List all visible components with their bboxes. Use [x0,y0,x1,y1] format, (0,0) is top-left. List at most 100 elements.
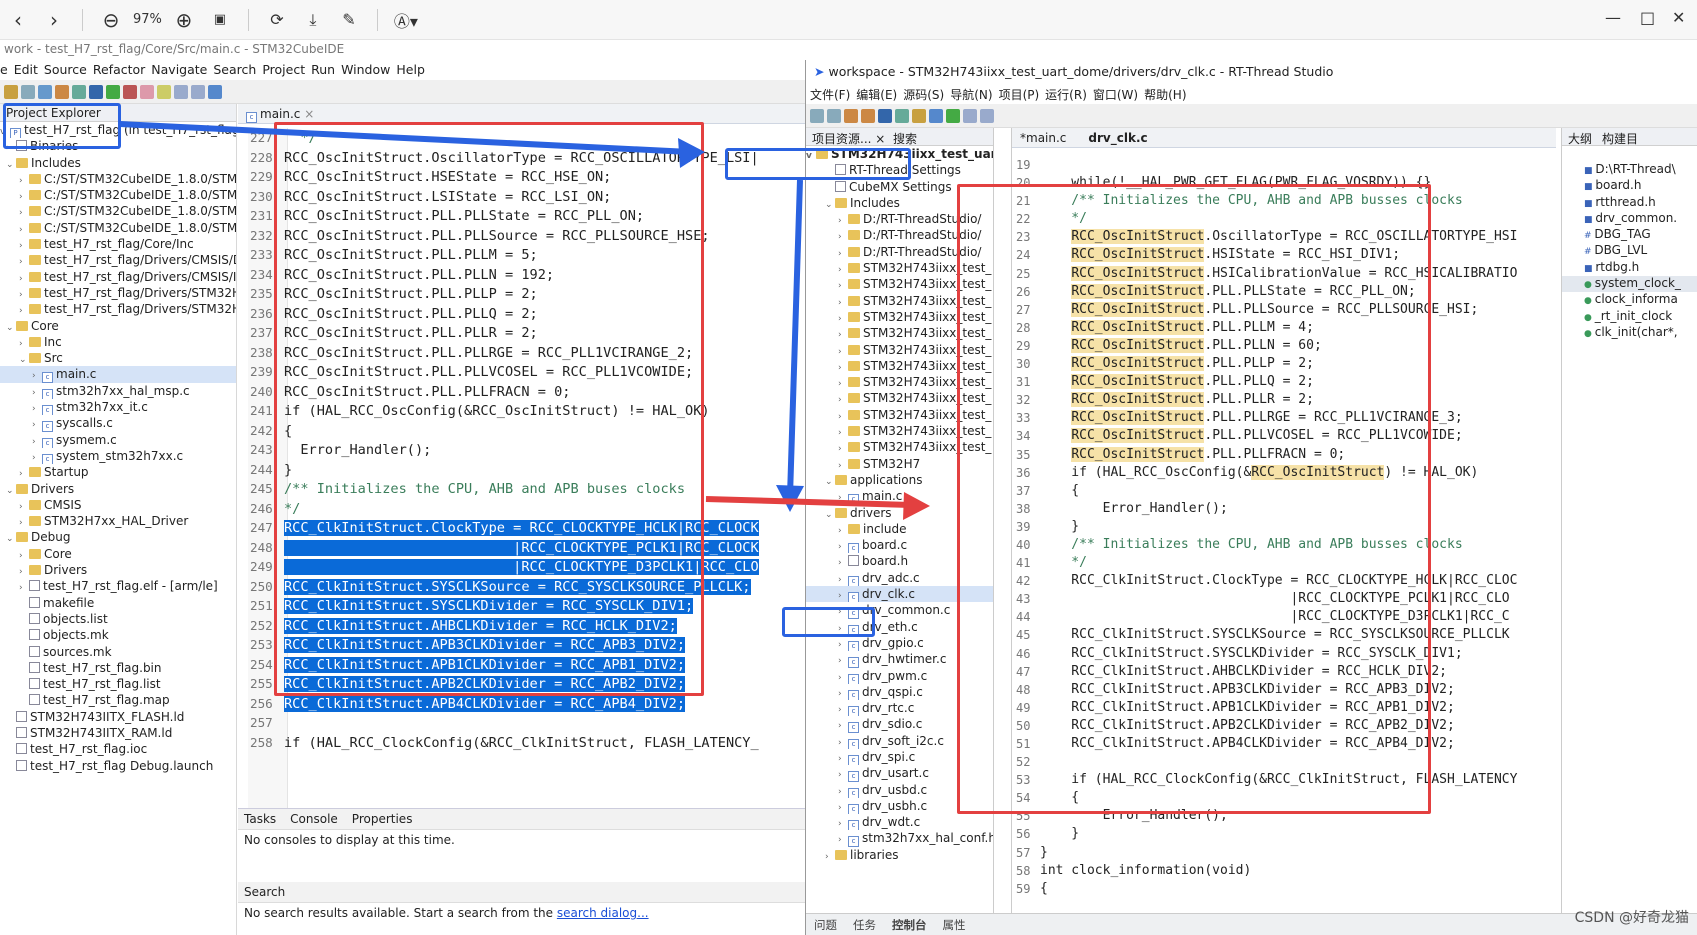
tab-search[interactable]: Search [244,885,285,899]
collapsed-arrow-icon[interactable]: › [19,271,29,285]
tree-item[interactable]: ⌄ Core [0,318,236,334]
menu-item[interactable]: e [0,62,8,77]
collapsed-arrow-icon[interactable]: › [19,466,29,480]
tree-item[interactable]: › c stm32h7xx_hal_msp.c [0,383,236,400]
nav-back-icon[interactable] [963,108,977,123]
mark-icon[interactable] [157,84,171,99]
outline-item[interactable]: ■ D:\RT-Thread\ [1562,162,1697,178]
tree-item[interactable]: STM32H743IITX_FLASH.ld [0,709,236,725]
tree-item[interactable]: › test_H7_rst_flag/Drivers/CMSIS/D [0,252,236,268]
forward-icon[interactable]: › [39,6,69,34]
tree-item[interactable]: sources.mk [0,644,236,660]
fit-page-icon[interactable]: ▣ [205,6,235,34]
collapsed-arrow-icon[interactable]: › [19,222,29,236]
tree-item[interactable]: makefile [0,595,236,611]
outline-tab[interactable]: 构建目 [1602,132,1638,146]
collapsed-arrow-icon[interactable]: › [19,580,29,594]
play-icon[interactable] [106,84,120,99]
collapsed-arrow-icon[interactable]: › [19,499,29,513]
outline-item[interactable]: ■ board.h [1562,178,1697,194]
collapsed-arrow-icon[interactable]: › [838,246,848,260]
outline-item[interactable]: ● clk_init(char*, [1562,325,1697,341]
settings-icon[interactable] [878,108,892,123]
collapsed-arrow-icon[interactable]: › [19,336,29,350]
expanded-arrow-icon[interactable]: ⌄ [6,157,16,171]
tree-item[interactable]: › Inc [0,334,236,350]
menu-item[interactable]: Navigate [151,62,207,77]
rotate-icon[interactable]: ⟳ [262,6,292,34]
tree-item[interactable]: › c stm32h7xx_hal_conf.h [806,830,993,847]
collapsed-arrow-icon[interactable]: › [838,229,848,243]
tree-item[interactable]: › test_H7_rst_flag/Drivers/CMSIS/In [0,269,236,285]
expanded-arrow-icon[interactable]: ⌄ [6,320,16,334]
menu-item[interactable]: 编辑(E) [856,88,897,102]
new-icon[interactable] [810,108,824,123]
tree-item[interactable]: ⌄ Drivers [0,481,236,497]
collapsed-arrow-icon[interactable]: › [838,637,848,651]
terminal-icon[interactable] [929,108,943,123]
build-icon[interactable] [4,84,18,99]
close-tab-icon[interactable]: × [304,107,314,121]
collapsed-arrow-icon[interactable]: › [19,287,29,301]
expanded-arrow-icon[interactable]: ⌄ [825,507,835,521]
menu-item[interactable]: Project [262,62,305,77]
tree-item[interactable]: › c stm32h7xx_it.c [0,399,236,416]
tree-item[interactable]: test_H7_rst_flag.list [0,676,236,692]
collapsed-arrow-icon[interactable]: › [838,490,848,504]
expanded-arrow-icon[interactable]: ⌄ [6,531,16,545]
collapsed-arrow-icon[interactable]: › [19,189,29,203]
tree-item[interactable]: › Drivers [0,562,236,578]
tree-item[interactable]: › Core [0,546,236,562]
collapsed-arrow-icon[interactable]: › [838,832,848,846]
tree-item[interactable]: › c system_stm32h7xx.c [0,448,236,465]
menu-item[interactable]: Refactor [93,62,145,77]
tree-item[interactable]: › c sysmem.c [0,432,236,448]
tree-item[interactable]: ⌄ Includes [0,155,236,171]
collapsed-arrow-icon[interactable]: › [19,254,29,268]
perspective-icon[interactable] [208,84,222,99]
maximize-icon[interactable]: □ [1640,8,1655,27]
nav-forward-icon[interactable] [980,108,994,123]
minimize-icon[interactable]: — [1605,8,1621,27]
editor-tab[interactable]: *main.c [1020,131,1066,145]
tree-item[interactable]: › test_H7_rst_flag/Core/Inc [0,236,236,252]
new-icon[interactable] [89,84,103,99]
collapsed-arrow-icon[interactable]: › [838,295,848,309]
collapsed-arrow-icon[interactable]: › [838,409,848,423]
collapsed-arrow-icon[interactable]: › [825,849,835,863]
search-icon[interactable] [140,84,154,99]
bottom-tab[interactable]: Properties [352,812,413,826]
collapsed-arrow-icon[interactable]: › [838,686,848,700]
collapsed-arrow-icon[interactable]: › [838,588,848,602]
menu-item[interactable]: 帮助(H) [1144,88,1186,102]
tree-item[interactable]: › C:/ST/STM32CubeIDE_1.8.0/STM32 [0,220,236,236]
tree-item[interactable]: › libraries [806,847,993,863]
collapsed-arrow-icon[interactable]: › [32,385,42,399]
tree-item[interactable]: STM32H743IITX_RAM.ld [0,725,236,741]
tree-item[interactable]: › C:/ST/STM32CubeIDE_1.8.0/STM32 [0,171,236,187]
status-tab[interactable]: 控制台 [892,917,927,932]
tree-item[interactable]: objects.mk [0,627,236,643]
menu-item[interactable]: Edit [14,62,38,77]
tree-item[interactable]: test_H7_rst_flag.bin [0,660,236,676]
collapsed-arrow-icon[interactable]: › [838,670,848,684]
collapsed-arrow-icon[interactable]: › [32,368,42,382]
stop-icon[interactable] [123,84,137,99]
expanded-arrow-icon[interactable]: ⌄ [6,483,16,497]
collapsed-arrow-icon[interactable]: › [19,548,29,562]
collapsed-arrow-icon[interactable]: › [838,539,848,553]
tool-icon[interactable] [55,84,69,99]
outline-item[interactable]: # DBG_LVL [1562,243,1697,259]
tree-item[interactable]: › test_H7_rst_flag/Drivers/STM32H7 [0,285,236,301]
expanded-arrow-icon[interactable]: ⌄ [19,352,29,366]
collapsed-arrow-icon[interactable]: › [32,434,42,448]
collapsed-arrow-icon[interactable]: › [838,784,848,798]
outline-tab[interactable]: 大纲 [1568,132,1592,146]
collapsed-arrow-icon[interactable]: › [19,564,29,578]
status-tab[interactable]: 任务 [853,917,876,932]
outline-item[interactable]: ● _rt_init_clock [1562,309,1697,325]
menu-item[interactable]: Help [396,62,425,77]
close-icon[interactable]: ✕ [1672,8,1685,27]
menu-item[interactable]: 源码(S) [903,88,944,102]
outline-item[interactable]: ● clock_informa [1562,292,1697,308]
